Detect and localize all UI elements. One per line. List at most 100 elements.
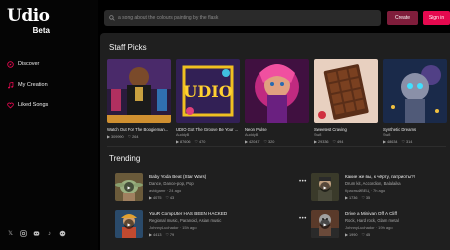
play-count: ▶ 29336 [314,140,329,144]
nav-discover[interactable]: Discover [6,59,39,69]
card-author: Sw8 [314,133,322,137]
card-author: AuddyB [176,133,190,137]
track-user[interactable]: КрасныйВЕЦ [345,188,369,193]
track-age: 24 ago [169,188,182,193]
like-count: ♡ 79 [165,233,175,237]
section-divider [107,146,446,147]
play-icon[interactable]: ▶ [320,219,330,229]
song-card[interactable]: UDIO UDIO Got The Groove Be Your ... Aud… [176,59,240,144]
track-age: 7h ago [372,188,386,193]
cover-art-boogieman[interactable] [107,59,171,123]
track-meta: JohnnyLuchador · 15h ago [149,225,197,230]
music-note-icon [6,81,14,89]
track-genres: Rock, Hard rock, Glam metal [345,218,399,223]
like-count: ♡ 45 [361,233,371,237]
staff-picks-row: Watch Out For The Boogieman... ▶ 309990 … [107,59,447,144]
udio-logo[interactable]: Udio Beta [7,6,52,36]
song-card[interactable]: Watch Out For The Boogieman... ▶ 309990 … [107,59,171,144]
card-stats: ▶ 48634 ♡ 314 [383,139,447,144]
search-icon [109,15,115,21]
search-bar[interactable] [104,10,381,26]
play-icon[interactable]: ▶ [124,182,134,192]
heart-icon [6,101,14,109]
sidebar: Udio Beta Discover My Creation Liked Son… [0,0,98,250]
play-count: ▶ 42047 [245,140,260,144]
track-stats: ▶ 1736 ♡ 35 [345,195,370,200]
nav-discover-label: Discover [18,61,40,67]
track-stats: ▶ 1990 ♡ 45 [345,232,370,237]
play-count: ▶ 48634 [383,140,398,144]
nav-liked-songs-label: Liked Songs [18,102,49,108]
track-title[interactable]: Какие же вы, к чёрту, патриоты?! [345,174,415,179]
card-author: AuddyB [245,133,259,137]
social-links: 𝕏 ♪ [7,230,66,237]
nav-my-creation[interactable]: My Creation [6,80,48,90]
like-count: ♡ 470 [194,140,206,144]
search-input[interactable] [118,15,368,21]
nav-my-creation-label: My Creation [18,82,48,88]
track-meta: КрасныйВЕЦ · 7h ago [345,188,386,193]
song-card[interactable]: Neon Pulse AuddyB ▶ 42047 ♡ 320 [245,59,309,144]
like-count: ♡ 43 [165,196,175,200]
track-title[interactable]: Drive a Minivan Off A Cliff [345,211,397,216]
card-title: Watch Out For The Boogieman... [107,127,169,132]
svg-text:UDIO: UDIO [183,82,232,101]
more-options-icon[interactable]: ••• [299,179,307,185]
card-title: Sweetest Craving [314,127,347,132]
play-count: ▶ 87606 [176,140,191,144]
card-author: Sw8 [383,133,391,137]
card-stats: ▶ 42047 ♡ 320 [245,139,309,144]
trending-item[interactable]: ▶ Drive a Minivan Off A Cliff Rock, Hard… [311,210,450,238]
card-title: Synthetic Dreams [383,127,417,132]
trending-item[interactable]: ▶ YouR CompUter HAS BEEN HACKED Regional… [115,210,306,238]
like-count: ♡ 320 [263,140,275,144]
like-count: ♡ 264 [127,135,139,139]
cover-art-sweetest-craving[interactable] [314,59,378,123]
trending-title: Trending [109,154,141,163]
discord-icon[interactable] [33,230,40,237]
like-count: ♡ 314 [401,140,413,144]
twitter-icon[interactable]: 𝕏 [7,230,14,237]
cover-art-udio-groove[interactable]: UDIO [176,59,240,123]
track-user[interactable]: avidgamr [149,188,165,193]
create-button[interactable]: Create [387,11,418,25]
card-stats: ▶ 309990 ♡ 264 [107,134,171,139]
track-genres: Regional music, Paranoid, Asian music [149,218,222,223]
play-count: ▶ 4413 [149,233,162,237]
tiktok-icon[interactable]: ♪ [46,230,53,237]
track-genres: Dance, Dance-pop, Pop [149,181,194,186]
track-title[interactable]: Baby Yoda Beat (Star Wars) [149,174,206,179]
play-count: ▶ 4075 [149,196,162,200]
like-count: ♡ 494 [332,140,344,144]
reddit-icon[interactable] [59,230,66,237]
trending-item[interactable]: ▶ Какие же вы, к чёрту, патриоты?! Drum … [311,173,450,201]
track-user[interactable]: JohnnyLuchador [149,225,179,230]
nav-liked-songs[interactable]: Liked Songs [6,100,48,110]
play-icon[interactable]: ▶ [320,182,330,192]
more-options-icon[interactable]: ••• [299,216,307,222]
staff-picks-title: Staff Picks [109,43,147,52]
cover-art-synthetic-dreams[interactable] [383,59,447,123]
song-card[interactable]: Synthetic Dreams Sw8 ▶ 48634 ♡ 314 [383,59,447,144]
track-title[interactable]: YouR CompUter HAS BEEN HACKED [149,211,227,216]
sign-in-button[interactable]: Sign in [423,11,450,25]
track-user[interactable]: JohnnyLuchador [345,225,375,230]
track-stats: ▶ 4413 ♡ 79 [149,232,174,237]
song-card[interactable]: Sweetest Craving Sw8 ▶ 29336 ♡ 494 [314,59,378,144]
track-age: 15h ago [182,225,197,230]
card-title: UDIO Got The Groove Be Your ... [176,127,239,132]
track-meta: avidgamr · 24 ago [149,188,182,193]
card-stats: ▶ 87606 ♡ 470 [176,139,240,144]
track-age: 19h ago [378,225,393,230]
play-count: ▶ 1736 [345,196,358,200]
main-panel: Staff Picks Watch Out For The Boogieman.… [100,33,450,250]
track-genres: Drum kit, Accordion, Balalaika [345,181,401,186]
trending-item[interactable]: ▶ Baby Yoda Beat (Star Wars) Dance, Danc… [115,173,306,201]
cover-art-neon-pulse[interactable] [245,59,309,123]
instagram-icon[interactable] [20,230,27,237]
card-stats: ▶ 29336 ♡ 494 [314,139,378,144]
logo-wordmark: Udio [7,6,50,26]
like-count: ♡ 35 [361,196,371,200]
play-icon[interactable]: ▶ [124,219,134,229]
compass-icon [6,60,14,68]
